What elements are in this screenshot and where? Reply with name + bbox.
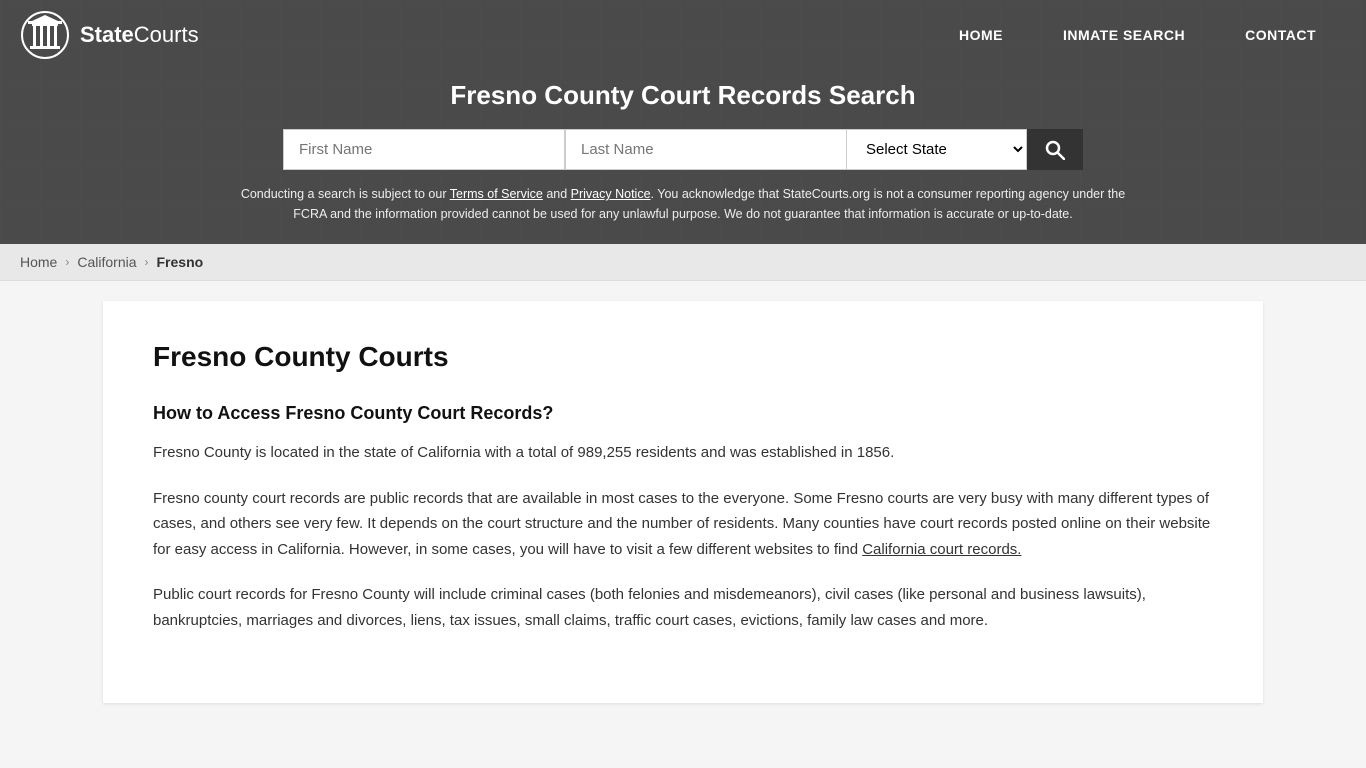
logo-icon — [20, 10, 70, 60]
nav-contact[interactable]: CONTACT — [1215, 2, 1346, 68]
logo-link[interactable]: StateCourts — [20, 10, 199, 60]
header-content: StateCourts HOME INMATE SEARCH CONTACT F… — [0, 0, 1366, 244]
paragraph-1: Fresno County is located in the state of… — [153, 440, 1213, 466]
disclaimer-text: Conducting a search is subject to our Te… — [233, 184, 1133, 224]
paragraph-2: Fresno county court records are public r… — [153, 486, 1213, 563]
breadcrumb: Home › California › Fresno — [0, 244, 1366, 281]
tos-link[interactable]: Terms of Service — [450, 187, 543, 201]
search-icon — [1045, 140, 1065, 160]
search-bar: Select State AlabamaAlaskaArizonaArkansa… — [283, 129, 1083, 170]
state-select[interactable]: Select State AlabamaAlaskaArizonaArkansa… — [847, 129, 1027, 170]
last-name-input[interactable] — [565, 129, 847, 170]
page-title: Fresno County Court Records Search — [20, 80, 1346, 111]
paragraph-2-text: Fresno county court records are public r… — [153, 490, 1210, 558]
breadcrumb-home[interactable]: Home — [20, 254, 57, 270]
nav-inmate-search[interactable]: INMATE SEARCH — [1033, 2, 1215, 68]
site-header: StateCourts HOME INMATE SEARCH CONTACT F… — [0, 0, 1366, 244]
breadcrumb-state[interactable]: California — [77, 254, 136, 270]
breadcrumb-separator-1: › — [65, 255, 69, 269]
county-heading: Fresno County Courts — [153, 341, 1213, 373]
breadcrumb-county: Fresno — [157, 254, 204, 270]
nav-home[interactable]: HOME — [929, 2, 1033, 68]
content-card: Fresno County Courts How to Access Fresn… — [103, 301, 1263, 703]
first-name-input[interactable] — [283, 129, 565, 170]
privacy-link[interactable]: Privacy Notice — [571, 187, 651, 201]
paragraph-3: Public court records for Fresno County w… — [153, 582, 1213, 633]
ca-records-link[interactable]: California court records. — [862, 541, 1021, 558]
navigation: StateCourts HOME INMATE SEARCH CONTACT — [0, 0, 1366, 70]
search-button[interactable] — [1027, 129, 1083, 170]
search-section: Fresno County Court Records Search Selec… — [0, 70, 1366, 244]
breadcrumb-separator-2: › — [145, 255, 149, 269]
logo-text: StateCourts — [80, 22, 199, 48]
nav-links: HOME INMATE SEARCH CONTACT — [929, 2, 1346, 68]
main-content: Fresno County Courts How to Access Fresn… — [0, 281, 1366, 723]
section1-heading: How to Access Fresno County Court Record… — [153, 403, 1213, 424]
